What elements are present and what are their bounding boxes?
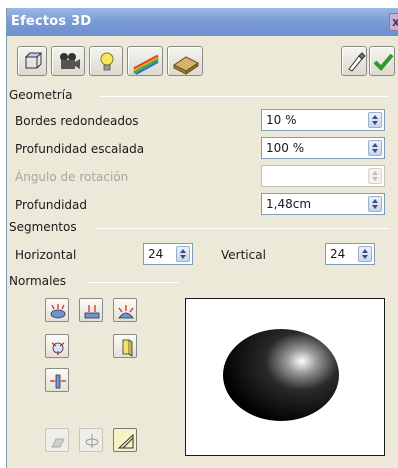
double-sided-icon <box>50 374 66 389</box>
normals-divider <box>87 282 179 283</box>
material-icon <box>173 56 199 75</box>
geometry-header: Geometría <box>9 88 73 102</box>
preview-pane <box>185 298 385 456</box>
vertical-value: 24 <box>330 247 346 261</box>
rounded-edges-label: Bordes redondeados <box>15 114 139 128</box>
rainbow-icon <box>133 54 159 75</box>
scaled-depth-spinner[interactable] <box>368 140 382 156</box>
flat-normals-icon <box>84 305 100 319</box>
geometry-divider <box>99 96 389 97</box>
vertical-spinner[interactable] <box>358 246 372 262</box>
3d-effects-dialog: Efectos 3D x <box>6 8 398 468</box>
illumination-tab[interactable] <box>89 46 123 76</box>
double-sided-illumination-button[interactable] <box>113 334 137 358</box>
scaled-depth-label: Profundidad escalada <box>15 142 145 156</box>
rounded-edges-field[interactable]: 10 % <box>261 109 385 131</box>
invert-normals-button[interactable] <box>45 334 69 358</box>
geometry-tab[interactable] <box>17 46 47 76</box>
light-bulb-icon <box>100 52 114 71</box>
rotation-angle-spinner <box>368 168 382 184</box>
spherical-normals-button[interactable] <box>113 298 137 322</box>
object-specific-normals-icon <box>50 304 66 319</box>
cube-icon <box>24 52 43 69</box>
vertical-field[interactable]: 24 <box>325 243 375 265</box>
convert-to-3d-icon <box>51 438 65 448</box>
normals-header: Normales <box>9 274 67 288</box>
vertical-label: Vertical <box>221 248 266 262</box>
depth-label: Profundidad <box>15 198 88 212</box>
update-button[interactable] <box>369 46 395 76</box>
segments-header: Segmentos <box>9 220 77 234</box>
object-specific-normals-button[interactable] <box>45 298 69 322</box>
perspective-icon <box>117 433 134 449</box>
spherical-normals-icon <box>118 305 134 319</box>
horizontal-label: Horizontal <box>15 248 77 262</box>
title-bar: Efectos 3D x <box>7 8 398 36</box>
depth-field[interactable]: 1,48cm <box>261 193 385 215</box>
rotation-angle-field <box>261 165 385 187</box>
depth-value: 1,48cm <box>266 197 312 211</box>
invert-normals-icon <box>51 342 65 355</box>
pipette-icon <box>348 52 366 72</box>
horizontal-field[interactable]: 24 <box>143 243 193 265</box>
check-icon <box>373 53 394 71</box>
flat-normals-button[interactable] <box>79 298 103 322</box>
textures-tab[interactable] <box>127 46 163 76</box>
segments-divider <box>97 228 389 229</box>
camera-icon <box>60 53 80 69</box>
rotation-angle-label: Ángulo de rotación <box>15 170 129 184</box>
convert-to-lathe-icon <box>85 434 99 448</box>
window-title: Efectos 3D <box>11 14 92 29</box>
material-tab[interactable] <box>167 46 203 76</box>
double-sided-button[interactable] <box>45 368 69 392</box>
assign-button[interactable] <box>341 46 367 76</box>
sphere-preview <box>223 329 339 421</box>
horizontal-spinner[interactable] <box>176 246 190 262</box>
rounded-edges-value: 10 % <box>266 113 297 127</box>
shading-tab[interactable] <box>51 46 85 76</box>
rounded-edges-spinner[interactable] <box>368 112 382 128</box>
perspective-button[interactable] <box>113 428 137 452</box>
convert-to-lathe-button <box>79 428 103 452</box>
scaled-depth-field[interactable]: 100 % <box>261 137 385 159</box>
convert-to-3d-button <box>45 428 69 452</box>
horizontal-value: 24 <box>148 247 164 261</box>
depth-spinner[interactable] <box>368 196 382 212</box>
scaled-depth-value: 100 % <box>266 141 305 155</box>
double-sided-illumination-icon <box>122 339 133 357</box>
close-icon[interactable]: x <box>389 13 398 31</box>
